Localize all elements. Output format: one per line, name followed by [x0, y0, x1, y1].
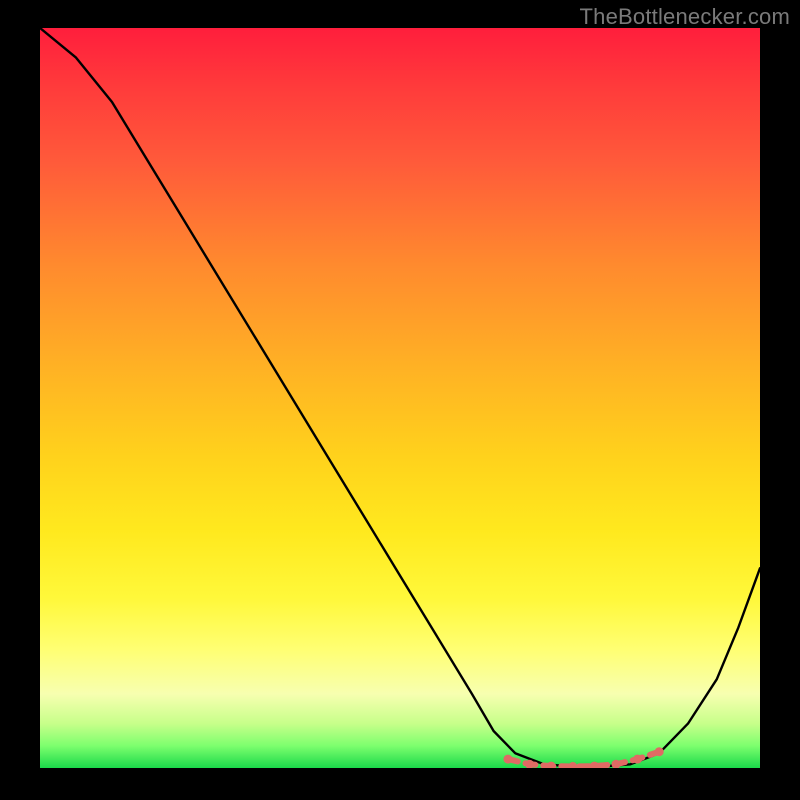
curve-line: [40, 28, 760, 767]
plot-frame: [40, 28, 760, 768]
marker-dot: [504, 755, 513, 764]
plot-area: [40, 28, 760, 768]
marker-dot: [590, 762, 599, 768]
marker-dot: [568, 762, 577, 768]
marker-dot: [547, 762, 556, 768]
curve-layer: [40, 28, 760, 768]
chart-container: TheBottlenecker.com: [0, 0, 800, 800]
marker-dot: [633, 755, 642, 764]
marker-dot: [655, 747, 664, 756]
attribution-text: TheBottlenecker.com: [580, 4, 790, 30]
